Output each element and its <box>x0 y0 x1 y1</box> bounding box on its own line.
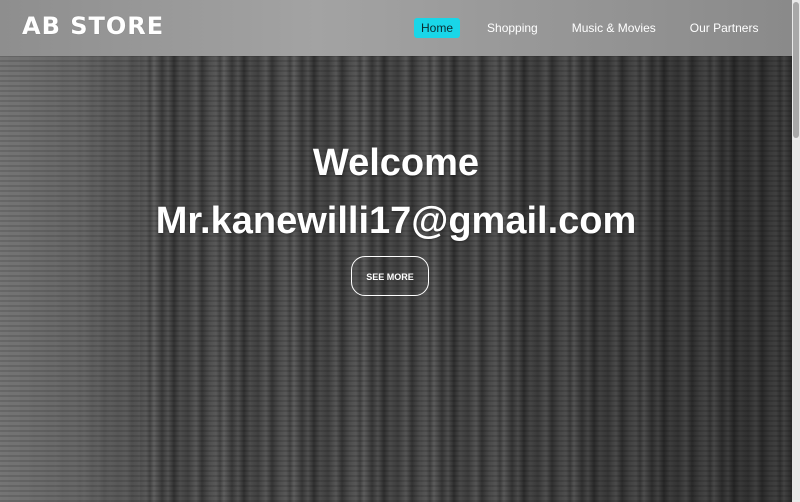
scrollbar-thumb[interactable] <box>793 2 799 138</box>
nav-item-our-partners[interactable]: Our Partners <box>683 18 766 38</box>
user-email-heading: Mr.kanewilli17@gmail.com <box>155 200 637 242</box>
brand-logo[interactable]: AB STORE <box>22 12 164 40</box>
nav-item-shopping[interactable]: Shopping <box>480 18 545 38</box>
vertical-scrollbar[interactable] <box>792 0 800 502</box>
welcome-heading: Welcome <box>312 142 480 184</box>
nav-menu: Home Shopping Music & Movies Our Partner… <box>414 17 800 39</box>
nav-item-music-movies[interactable]: Music & Movies <box>565 18 663 38</box>
top-navbar: AB STORE Home Shopping Music & Movies Ou… <box>0 0 800 56</box>
page: AB STORE Home Shopping Music & Movies Ou… <box>0 0 800 502</box>
see-more-button[interactable]: SEE MORE <box>351 256 429 296</box>
hero-section: Welcome Mr.kanewilli17@gmail.com SEE MOR… <box>0 140 792 296</box>
nav-item-home[interactable]: Home <box>414 18 461 38</box>
